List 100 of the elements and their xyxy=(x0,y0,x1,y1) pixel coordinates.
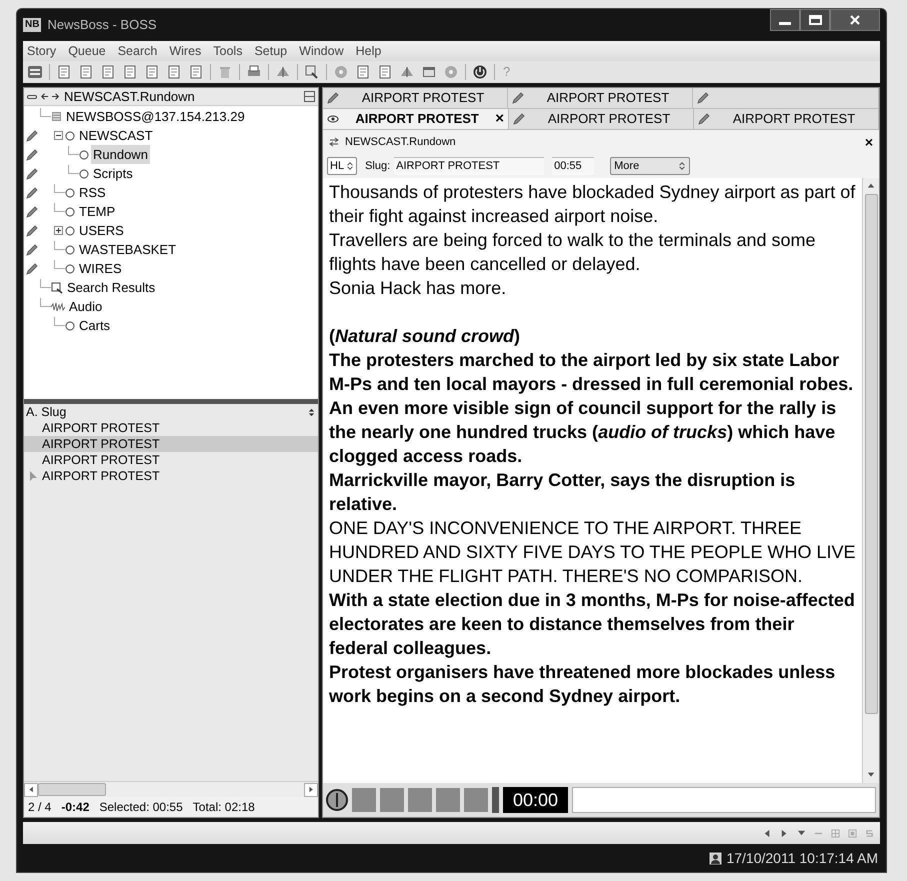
scroll-right-icon[interactable] xyxy=(308,786,314,793)
menu-item[interactable]: Help xyxy=(356,42,382,60)
tree-item[interactable]: Search Results xyxy=(65,278,158,298)
slug-label: Slug: xyxy=(365,158,390,174)
script-paragraph: Marrickville mayor, Barry Cotter, says the disruption is relative. xyxy=(329,469,796,516)
story-tab[interactable]: AIRPORT PROTEST xyxy=(509,109,694,129)
tree-item[interactable]: RSS xyxy=(77,182,108,202)
player-time: 00:00 xyxy=(503,787,568,813)
tree-item[interactable]: Scripts xyxy=(91,164,135,184)
level-meter xyxy=(492,787,499,813)
slug-row[interactable]: AIRPORT PROTEST xyxy=(24,468,318,484)
close-button[interactable] xyxy=(830,9,880,31)
slug-text: AIRPORT PROTEST xyxy=(42,436,160,453)
script-paragraph: An even more visible sign of council support for the rally is the nearly one hundred trucks (audio of trucks) which have clogged access roads. xyxy=(329,397,838,468)
link-icon[interactable] xyxy=(27,94,37,98)
collapse-toggle[interactable] xyxy=(54,131,63,140)
menu-item[interactable]: Tools xyxy=(213,42,242,60)
story-tab[interactable]: AIRPORT PROTEST xyxy=(694,109,879,129)
window-title: NewsBoss - BOSS xyxy=(47,16,157,34)
script-paragraph: Travellers are being forced to walk to the terminals and some flights have been cancelled or delayed. xyxy=(329,229,817,276)
slug-text: AIRPORT PROTEST xyxy=(42,468,160,485)
tree-item[interactable]: Audio xyxy=(67,296,104,316)
duration-field[interactable]: 00:55 xyxy=(552,157,594,175)
sort-icon[interactable] xyxy=(307,408,316,416)
tree-item[interactable]: TEMP xyxy=(77,202,118,222)
menu-item[interactable]: Wires xyxy=(169,42,202,60)
tree-item[interactable]: WIRES xyxy=(77,258,124,278)
scroll-left-icon[interactable] xyxy=(28,786,34,793)
dropdown-icon[interactable] xyxy=(797,828,806,838)
waveform-icon xyxy=(51,302,65,312)
slug-row[interactable]: AIRPORT PROTEST xyxy=(24,452,318,468)
next-icon[interactable] xyxy=(780,828,789,838)
horizontal-scrollbar[interactable] xyxy=(24,781,318,797)
pencil-icon xyxy=(327,92,339,104)
story-tab[interactable]: AIRPORT PROTEST × xyxy=(323,109,509,129)
eye-icon xyxy=(327,114,339,124)
type-dropdown[interactable]: HL xyxy=(327,157,358,175)
status-datetime: 17/10/2011 10:17:14 AM xyxy=(726,848,878,868)
more-dropdown[interactable]: More xyxy=(610,157,690,175)
maximize-button[interactable] xyxy=(800,9,830,31)
slug-text: AIRPORT PROTEST xyxy=(42,420,160,437)
selected-duration: Selected: 00:55 xyxy=(99,799,183,816)
tree-item[interactable]: NEWSBOSS@137.154.213.29 xyxy=(64,106,247,126)
tree-item[interactable]: WASTEBASKET xyxy=(77,240,178,260)
tree-item[interactable]: Rundown xyxy=(91,144,150,164)
app-logo: NB xyxy=(23,18,42,32)
forward-icon[interactable] xyxy=(52,92,61,101)
column-header[interactable]: A. Slug xyxy=(26,402,66,422)
tree-path: NEWSCAST.Rundown xyxy=(64,88,195,106)
menu-item[interactable]: Queue xyxy=(68,42,106,60)
tile-icon[interactable] xyxy=(831,828,840,838)
script-paragraph: (Natural sound crowd) xyxy=(329,325,522,348)
menu-item[interactable]: Story xyxy=(27,42,56,60)
minimize-button[interactable] xyxy=(770,9,800,31)
tree-item[interactable]: USERS xyxy=(77,220,126,240)
pencil-icon xyxy=(697,92,709,104)
user-icon xyxy=(709,852,722,864)
script-paragraph: Sonia Hack has more. xyxy=(329,277,508,300)
circle-icon xyxy=(65,226,75,236)
audio-field[interactable] xyxy=(572,787,876,813)
scroll-up-icon[interactable] xyxy=(867,182,875,190)
circle-icon xyxy=(65,320,75,330)
circle-icon xyxy=(65,130,75,140)
circle-icon xyxy=(65,264,75,274)
story-tab[interactable]: AIRPORT PROTEST xyxy=(508,88,693,108)
story-position: 2 / 4 xyxy=(28,799,52,816)
menu-item[interactable]: Search xyxy=(118,42,158,60)
menu-item[interactable]: Setup xyxy=(254,42,288,60)
story-queue: NEWSCAST.Rundown xyxy=(345,134,456,150)
script-paragraph: Thousands of protesters have blockaded Sydney airport as part of their fight against increased airport noise. xyxy=(329,181,856,228)
circle-icon xyxy=(65,206,75,216)
circle-icon xyxy=(65,188,75,198)
swap-icon xyxy=(329,137,339,147)
slug-text: AIRPORT PROTEST xyxy=(42,452,160,469)
story-tab[interactable]: AIRPORT PROTEST xyxy=(323,88,508,108)
expand-toggle[interactable] xyxy=(54,226,63,235)
prev-icon[interactable] xyxy=(763,828,772,838)
total-duration: Total: 02:18 xyxy=(192,799,255,816)
script-paragraph: With a state election due in 3 months, M-Ps for noise-affected electorates are keen to distance themselves from their federal colleagues. xyxy=(329,589,856,660)
back-icon[interactable] xyxy=(40,92,49,101)
slug-field[interactable]: AIRPORT PROTEST xyxy=(394,157,544,175)
collapse-icon[interactable] xyxy=(304,91,315,102)
script-paragraph: Protest organisers have threatened more blockades unless work begins on a second Sydney airport. xyxy=(329,661,836,708)
pencil-icon xyxy=(513,113,525,125)
vertical-scrollbar[interactable] xyxy=(862,178,879,783)
pencil-icon xyxy=(512,92,524,104)
close-tab-icon[interactable]: × xyxy=(495,108,504,130)
circle-icon xyxy=(65,244,75,254)
tree-item[interactable]: Carts xyxy=(77,316,112,336)
close-editor-button[interactable]: × xyxy=(864,132,873,152)
cue-button[interactable] xyxy=(326,789,348,811)
close-icon xyxy=(849,14,861,26)
scroll-down-icon[interactable] xyxy=(867,771,875,779)
slug-row[interactable]: AIRPORT PROTEST xyxy=(24,436,318,452)
circle-icon xyxy=(79,150,89,160)
circle-icon xyxy=(79,168,89,178)
tree-item[interactable]: NEWSCAST xyxy=(77,126,155,146)
pencil-icon xyxy=(698,113,710,125)
slug-row[interactable]: AIRPORT PROTEST xyxy=(24,420,318,436)
menu-item[interactable]: Window xyxy=(299,42,344,60)
